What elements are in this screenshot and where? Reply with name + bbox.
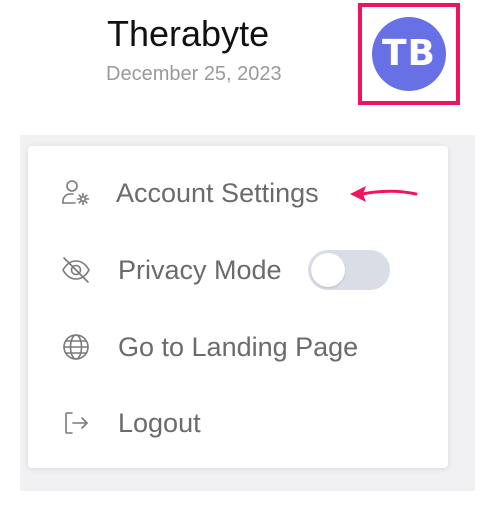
menu-item-logout[interactable]: Logout (28, 392, 448, 452)
menu-item-landing-page[interactable]: Go to Landing Page (28, 316, 448, 376)
user-gear-icon (60, 177, 92, 209)
user-date: December 25, 2023 (106, 63, 282, 85)
privacy-mode-toggle[interactable] (308, 250, 390, 290)
avatar[interactable]: TB (372, 17, 446, 91)
menu-item-label: Account Settings (116, 178, 319, 208)
menu-item-label: Logout (118, 408, 201, 438)
annotation-arrow-icon (350, 186, 418, 202)
user-name: Therabyte (107, 13, 270, 54)
menu-item-label: Privacy Mode (118, 255, 282, 285)
eye-slash-icon (60, 254, 92, 286)
globe-icon (60, 331, 92, 363)
logout-icon (60, 407, 92, 439)
toggle-knob (311, 253, 345, 287)
avatar-highlight-box: TB (358, 3, 460, 105)
user-header: Therabyte December 25, 2023 TB (0, 0, 495, 130)
menu-item-label: Go to Landing Page (118, 332, 359, 362)
